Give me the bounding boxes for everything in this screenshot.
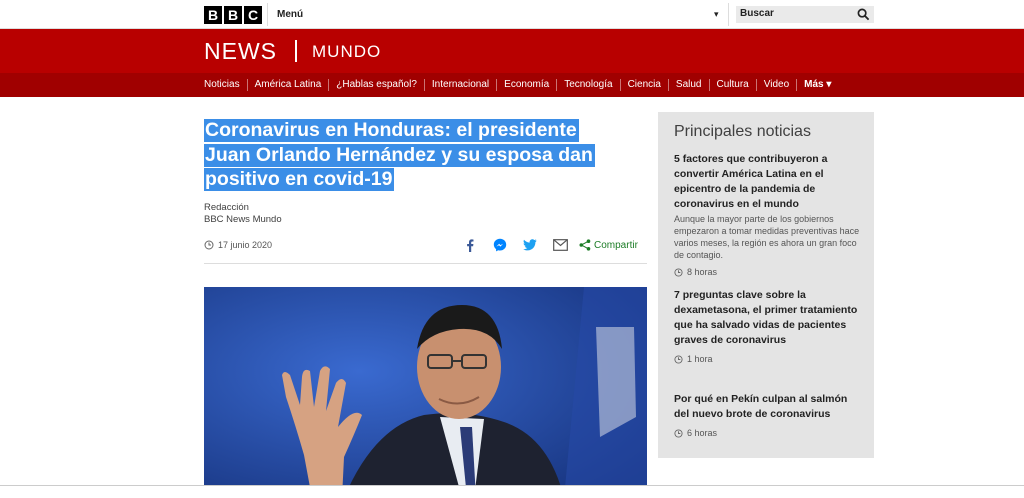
twitter-icon — [523, 239, 537, 251]
clock-icon — [674, 428, 683, 438]
section-nav-list: Noticias América Latina ¿Hablas español?… — [204, 73, 838, 97]
nav-item-noticias[interactable]: Noticias — [204, 79, 248, 91]
bbc-logo[interactable]: B B C — [204, 6, 262, 24]
browser-bottom-bar — [0, 485, 1024, 498]
headline-line-3: positivo en covid-19 — [204, 168, 395, 191]
share-icon — [579, 239, 591, 251]
email-icon — [552, 239, 568, 251]
headline-line-1: Coronavirus en Honduras: el presidente — [204, 119, 579, 142]
brand-banner: NEWS MUNDO — [0, 29, 1024, 73]
top-story-title[interactable]: 7 preguntas clave sobre la dexametasona,… — [674, 288, 860, 348]
top-story-timestamp: 8 horas — [674, 267, 860, 277]
top-stories-title: Principales noticias — [674, 123, 811, 140]
nav-more-label: Más — [804, 79, 824, 90]
facebook-share-button[interactable] — [455, 237, 485, 253]
nav-item-hablas-espanol[interactable]: ¿Hablas español? — [329, 79, 425, 91]
top-story-timestamp: 6 horas — [674, 428, 860, 438]
top-story-title[interactable]: 5 factores que contribuyeron a convertir… — [674, 152, 860, 212]
headline-line-2: Juan Orlando Hernández y su esposa dan — [204, 143, 595, 167]
email-share-button[interactable] — [545, 237, 575, 253]
search-divider — [728, 3, 729, 26]
menu-caret-icon[interactable]: ▾ — [714, 9, 719, 20]
nav-item-internacional[interactable]: Internacional — [425, 79, 498, 91]
menu-button[interactable]: Menú — [277, 9, 303, 20]
nav-item-ciencia[interactable]: Ciencia — [621, 79, 669, 91]
twitter-share-button[interactable] — [515, 237, 545, 253]
hero-image[interactable] — [204, 287, 647, 498]
messenger-share-button[interactable] — [485, 237, 515, 253]
section-nav: Noticias América Latina ¿Hablas español?… — [0, 73, 1024, 97]
mundo-wordmark[interactable]: MUNDO — [312, 42, 381, 62]
bbc-logo-letter-c: C — [244, 6, 262, 24]
nav-item-salud[interactable]: Salud — [669, 79, 710, 91]
brand-divider — [295, 40, 297, 62]
search-icon[interactable] — [857, 8, 870, 21]
article-divider — [204, 263, 647, 264]
top-stories-panel: Principales noticias 5 factores que cont… — [658, 112, 874, 458]
nav-item-economia[interactable]: Economía — [497, 79, 558, 91]
top-story-timestamp: 1 hora — [674, 354, 860, 364]
top-story-time: 6 horas — [687, 428, 718, 438]
publish-date: 17 junio 2020 — [204, 240, 272, 250]
chevron-down-icon: ▾ — [826, 79, 832, 90]
search-input[interactable]: Buscar — [736, 6, 874, 23]
top-story-item[interactable]: 7 preguntas clave sobre la dexametasona,… — [674, 288, 860, 364]
menu-divider — [267, 3, 268, 26]
nav-item-america-latina[interactable]: América Latina — [248, 79, 330, 91]
article-headline[interactable]: Coronavirus en Honduras: el presidente J… — [204, 118, 649, 192]
publish-date-text: 17 junio 2020 — [218, 240, 273, 250]
share-button[interactable]: Compartir — [579, 239, 638, 251]
nav-item-cultura[interactable]: Cultura — [710, 79, 757, 91]
top-story-time: 8 horas — [687, 267, 718, 277]
bbc-logo-letter-b2: B — [224, 6, 242, 24]
top-story-title[interactable]: Por qué en Pekín culpan al salmón del nu… — [674, 392, 860, 422]
nav-more-button[interactable]: Más ▾ — [797, 79, 838, 91]
byline-source: BBC News Mundo — [204, 214, 282, 225]
bbc-logo-letter-b1: B — [204, 6, 222, 24]
hero-photo-illustration — [204, 287, 647, 498]
share-toolbar: Compartir — [455, 237, 638, 253]
top-story-time: 1 hora — [687, 354, 713, 364]
nav-item-tecnologia[interactable]: Tecnología — [557, 79, 621, 91]
facebook-icon — [467, 238, 474, 252]
news-wordmark[interactable]: NEWS — [204, 38, 277, 65]
search-placeholder: Buscar — [740, 8, 774, 19]
share-label: Compartir — [594, 239, 638, 251]
clock-icon — [204, 240, 214, 250]
top-story-item[interactable]: Por qué en Pekín culpan al salmón del nu… — [674, 392, 860, 438]
byline: Redacción BBC News Mundo — [204, 202, 282, 226]
clock-icon — [674, 354, 683, 364]
byline-author: Redacción — [204, 202, 249, 213]
nav-item-video[interactable]: Video — [757, 79, 798, 91]
top-story-item[interactable]: 5 factores que contribuyeron a convertir… — [674, 152, 860, 277]
clock-icon — [674, 267, 683, 277]
top-story-summary: Aunque la mayor parte de los gobiernos e… — [674, 214, 860, 260]
global-header: B B C Menú ▾ Buscar — [0, 0, 1024, 29]
article-header: Coronavirus en Honduras: el presidente J… — [204, 118, 649, 192]
messenger-icon — [493, 238, 507, 252]
